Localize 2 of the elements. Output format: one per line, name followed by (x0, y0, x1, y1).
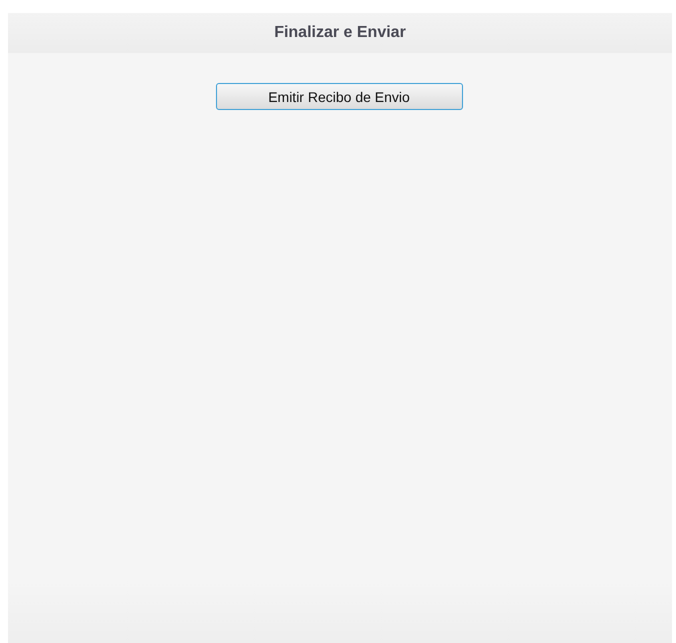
receipt-button[interactable]: Emitir Recibo de Envio (216, 83, 462, 110)
panel-title: Finalizar e Enviar (274, 24, 406, 42)
